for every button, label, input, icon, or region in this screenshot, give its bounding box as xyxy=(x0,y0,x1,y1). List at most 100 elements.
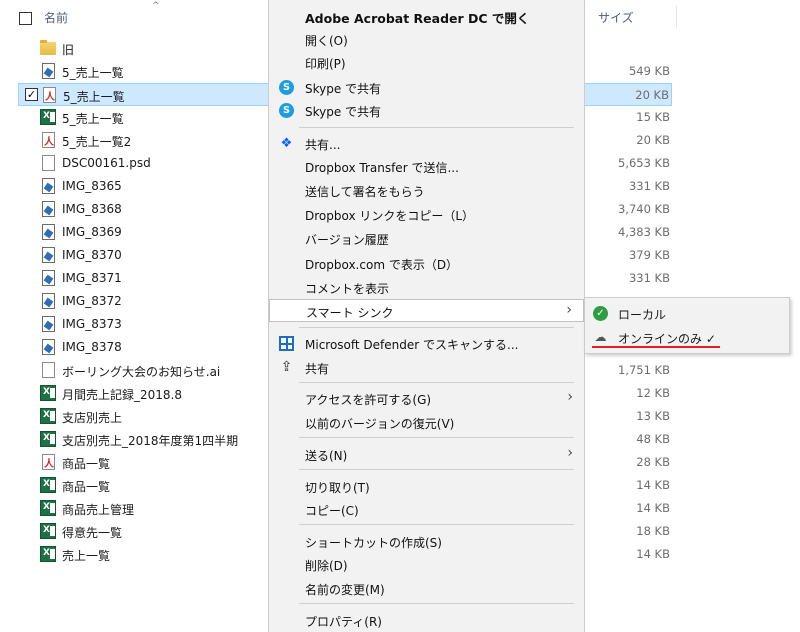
defender-shield-icon xyxy=(279,336,294,351)
menu-item-version-history[interactable]: バージョン履歴 xyxy=(269,227,584,250)
menu-item-send-to[interactable]: 送る(N) › xyxy=(269,443,584,466)
file-name: 商品一覧 xyxy=(62,457,111,471)
menu-label: 印刷(P) xyxy=(305,57,346,71)
select-all-checkbox[interactable] xyxy=(19,12,32,25)
menu-item-dropbox-share[interactable]: ❖ 共有... xyxy=(269,132,584,155)
menu-label: コピー(C) xyxy=(305,504,359,518)
menu-item-open-acrobat[interactable]: Adobe Acrobat Reader DC で開く xyxy=(269,4,584,27)
file-name: IMG_8368 xyxy=(62,202,122,216)
menu-item-copy[interactable]: コピー(C) xyxy=(269,498,584,521)
menu-item-properties[interactable]: プロパティ(R) xyxy=(269,609,584,632)
file-name: 売上一覧 xyxy=(62,549,111,563)
file-size: 3,740 KB xyxy=(617,202,670,216)
file-name: 支店別売上 xyxy=(62,411,123,425)
menu-label: プロパティ(R) xyxy=(305,615,382,629)
excel-file-icon xyxy=(40,109,56,125)
menu-separator xyxy=(299,524,574,525)
column-header-size-label: サイズ xyxy=(598,10,634,25)
menu-item-skype-share-2[interactable]: S Skype で共有 xyxy=(269,99,584,122)
column-header-size[interactable]: サイズ xyxy=(598,0,634,34)
file-name: 旧 xyxy=(62,43,75,57)
file-size: 18 KB xyxy=(636,524,670,538)
menu-item-print[interactable]: 印刷(P) xyxy=(269,51,584,74)
column-divider[interactable] xyxy=(676,6,677,28)
image-file-icon xyxy=(42,270,55,286)
menu-separator xyxy=(299,382,574,383)
column-header-name[interactable]: 名前 xyxy=(44,0,68,34)
menu-item-create-shortcut[interactable]: ショートカットの作成(S) xyxy=(269,530,584,553)
dropbox-icon: ❖ xyxy=(280,136,293,151)
menu-label: 送信して署名をもらう xyxy=(305,185,425,199)
image-file-icon xyxy=(42,293,55,309)
excel-file-icon xyxy=(40,431,56,447)
submenu-item-local[interactable]: ✓ ローカル xyxy=(585,302,789,325)
context-menu: Adobe Acrobat Reader DC で開く 開く(O) 印刷(P) … xyxy=(268,0,585,632)
image-file-icon xyxy=(42,247,55,263)
menu-label: 共有 xyxy=(305,362,330,376)
menu-label: 削除(D) xyxy=(305,559,348,573)
menu-label: 切り取り(T) xyxy=(305,481,370,495)
menu-separator xyxy=(299,603,574,604)
menu-item-send-sign[interactable]: 送信して署名をもらう xyxy=(269,179,584,202)
highlight-underline xyxy=(592,346,720,348)
excel-file-icon xyxy=(40,523,56,539)
menu-label: ショートカットの作成(S) xyxy=(305,536,442,550)
chevron-right-icon: › xyxy=(566,302,572,318)
file-size: 20 KB xyxy=(636,133,670,147)
menu-item-restore-versions[interactable]: 以前のバージョンの復元(V) xyxy=(269,411,584,434)
image-file-icon xyxy=(42,63,55,79)
menu-item-open[interactable]: 開く(O) xyxy=(269,28,584,51)
menu-item-delete[interactable]: 削除(D) xyxy=(269,553,584,576)
row-checkbox[interactable]: ✓ xyxy=(25,88,38,101)
local-check-icon: ✓ xyxy=(593,306,608,321)
file-size: 549 KB xyxy=(628,64,670,78)
menu-label: 共有... xyxy=(305,138,341,152)
file-name: 得意先一覧 xyxy=(62,526,123,540)
menu-separator xyxy=(299,469,574,470)
cloud-icon: ☁ xyxy=(594,330,607,344)
excel-file-icon xyxy=(40,385,56,401)
menu-label: Skype で共有 xyxy=(305,82,382,96)
menu-item-view-dropbox-com[interactable]: Dropbox.com で表示（D） xyxy=(269,252,584,275)
menu-item-skype-share-1[interactable]: S Skype で共有 xyxy=(269,76,584,99)
file-size: 331 KB xyxy=(628,271,670,285)
file-size: 14 KB xyxy=(636,501,670,515)
excel-file-icon xyxy=(40,546,56,562)
submenu-label: オンラインのみ ✓ xyxy=(618,332,716,346)
pdf-file-icon xyxy=(42,132,55,148)
image-file-icon xyxy=(42,339,55,355)
folder-icon xyxy=(40,40,56,55)
menu-label: Dropbox.com で表示（D） xyxy=(305,258,459,272)
menu-label: Skype で共有 xyxy=(305,105,382,119)
menu-separator xyxy=(299,437,574,438)
file-name: IMG_8370 xyxy=(62,248,122,262)
excel-file-icon xyxy=(40,477,56,493)
menu-item-copy-dropbox-link[interactable]: Dropbox リンクをコピー（L） xyxy=(269,203,584,226)
file-name: IMG_8372 xyxy=(62,294,122,308)
menu-item-cut[interactable]: 切り取り(T) xyxy=(269,475,584,498)
menu-item-share[interactable]: ⇪ 共有 xyxy=(269,356,584,379)
menu-item-rename[interactable]: 名前の変更(M) xyxy=(269,577,584,600)
file-size: 14 KB xyxy=(636,478,670,492)
excel-file-icon xyxy=(40,500,56,516)
file-name: IMG_8369 xyxy=(62,225,122,239)
menu-item-show-comments[interactable]: コメントを表示 xyxy=(269,276,584,299)
chevron-right-icon: › xyxy=(567,445,573,461)
file-size: 13 KB xyxy=(636,409,670,423)
menu-item-dropbox-transfer[interactable]: Dropbox Transfer で送信... xyxy=(269,155,584,178)
menu-label: 以前のバージョンの復元(V) xyxy=(305,417,455,431)
menu-item-defender-scan[interactable]: Microsoft Defender でスキャンする... xyxy=(269,332,584,355)
column-header-name-label: 名前 xyxy=(44,10,69,25)
share-icon: ⇪ xyxy=(280,359,293,375)
file-size: 14 KB xyxy=(636,547,670,561)
menu-label: Dropbox リンクをコピー（L） xyxy=(305,209,475,223)
skype-icon: S xyxy=(279,103,294,118)
menu-item-smart-sync[interactable]: スマート シンク › xyxy=(269,299,584,322)
menu-item-give-access[interactable]: アクセスを許可する(G) › xyxy=(269,387,584,410)
file-name: 5_売上一覧 xyxy=(62,112,124,126)
file-name: IMG_8365 xyxy=(62,179,122,193)
image-file-icon xyxy=(42,224,55,240)
file-name: 月間売上記録_2018.8 xyxy=(62,388,182,402)
menu-label: Dropbox Transfer で送信... xyxy=(305,161,459,175)
document-file-icon xyxy=(42,155,55,171)
